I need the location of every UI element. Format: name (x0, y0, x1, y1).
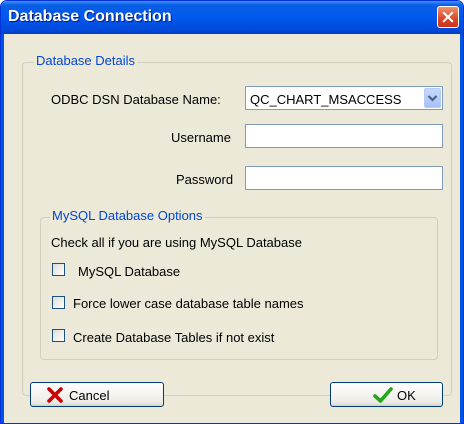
odbc-dsn-select[interactable]: QC_CHART_MSACCESS (245, 86, 443, 110)
mysql-options-legend: MySQL Database Options (50, 208, 205, 223)
title-bar[interactable]: Database Connection (1, 1, 463, 34)
password-label: Password (176, 172, 234, 187)
password-input[interactable] (245, 166, 443, 190)
chevron-down-icon[interactable] (424, 88, 441, 108)
username-input[interactable] (245, 124, 443, 148)
username-label: Username (171, 130, 231, 145)
mysql-database-label[interactable]: MySQL Database (78, 264, 180, 279)
create-tables-checkbox[interactable] (52, 329, 65, 342)
cancel-button[interactable]: Cancel (30, 382, 164, 407)
close-icon[interactable] (437, 6, 459, 28)
database-details-legend: Database Details (34, 53, 137, 68)
ok-button-label: OK (397, 388, 416, 403)
checkmark-icon (373, 386, 393, 409)
odbc-dsn-label: ODBC DSN Database Name: (51, 92, 221, 107)
odbc-dsn-value: QC_CHART_MSACCESS (250, 92, 402, 107)
mysql-instruction: Check all if you are using MySQL Databas… (51, 235, 302, 250)
window-title: Database Connection (8, 8, 172, 25)
x-icon (47, 387, 63, 408)
cancel-button-label: Cancel (69, 388, 110, 403)
database-connection-dialog: Database Connection Database Details ODB… (0, 0, 464, 424)
dialog-body: Database Details ODBC DSN Database Name:… (1, 34, 463, 423)
force-lowercase-checkbox[interactable] (52, 296, 65, 309)
mysql-database-checkbox[interactable] (52, 263, 65, 276)
create-tables-label[interactable]: Create Database Tables if not exist (73, 330, 274, 345)
force-lowercase-label[interactable]: Force lower case database table names (73, 296, 304, 311)
ok-button[interactable]: OK (330, 382, 443, 407)
